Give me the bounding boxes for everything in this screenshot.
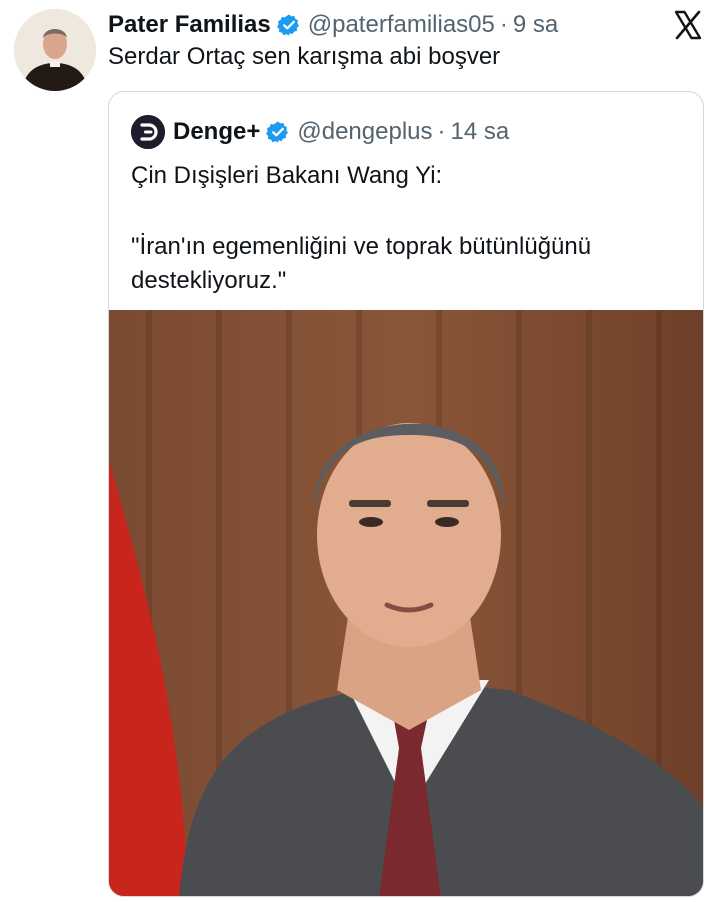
avatar-image (14, 9, 96, 91)
quoted-author-name[interactable]: Denge+ (173, 118, 260, 146)
author-handle[interactable]: @paterfamilias05 (308, 11, 495, 39)
author-avatar[interactable] (14, 9, 96, 91)
denge-logo-icon[interactable] (131, 115, 165, 149)
portrait-image (109, 310, 703, 896)
tweet-timestamp[interactable]: 9 sa (513, 11, 558, 39)
quoted-author-handle[interactable]: @dengeplus (297, 118, 432, 146)
quoted-tweet-header: Denge+ @dengeplus · 14 sa (131, 115, 509, 149)
tweet-text: Serdar Ortaç sen karışma abi boşver (108, 43, 501, 70)
tweet-header: Pater Familias @paterfamilias05 · 9 sa (108, 8, 558, 42)
verified-badge-icon (276, 14, 299, 36)
separator-dot: · (437, 118, 446, 145)
quoted-timestamp[interactable]: 14 sa (451, 118, 510, 146)
quoted-text-line: Çin Dışişleri Bakanı Wang Yi: (131, 162, 443, 189)
quoted-text-quote: "İran'ın egemenliğini ve toprak bütünlüğ… (131, 233, 592, 294)
denge-logo-glyph (131, 115, 165, 149)
author-name[interactable]: Pater Familias (108, 11, 271, 39)
separator-dot: · (499, 11, 508, 38)
verified-badge-icon (266, 121, 289, 143)
quoted-photo[interactable] (109, 310, 703, 896)
x-logo-icon[interactable] (673, 10, 703, 40)
quoted-tweet-card[interactable]: Denge+ @dengeplus · 14 sa Çin Dışişleri … (108, 91, 704, 897)
